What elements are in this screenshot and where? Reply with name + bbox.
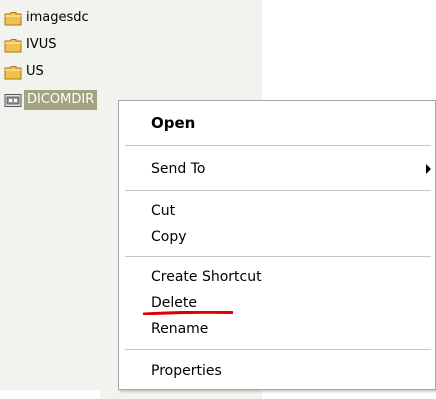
submenu-arrow-icon bbox=[426, 164, 431, 174]
menu-item-copy[interactable]: Copy bbox=[151, 228, 187, 246]
menu-separator bbox=[125, 190, 431, 191]
context-menu: Open Send To Cut Copy Create Shortcut De… bbox=[118, 100, 436, 390]
menu-item-send-to[interactable]: Send To bbox=[151, 160, 205, 178]
menu-item-cut[interactable]: Cut bbox=[151, 202, 175, 220]
menu-item-rename[interactable]: Rename bbox=[151, 320, 208, 338]
folder-item-imagesdc[interactable]: imagesdc bbox=[4, 9, 91, 27]
folder-icon bbox=[4, 10, 24, 26]
menu-item-properties[interactable]: Properties bbox=[151, 362, 222, 380]
file-item-label: IVUS bbox=[26, 37, 57, 52]
dicomdir-file-icon bbox=[4, 92, 24, 108]
file-item-label: imagesdc bbox=[26, 10, 89, 25]
folder-item-ivus[interactable]: IVUS bbox=[4, 36, 59, 54]
menu-separator bbox=[125, 349, 431, 350]
file-item-dicomdir[interactable]: DICOMDIR bbox=[4, 89, 98, 111]
file-item-label: DICOMDIR bbox=[24, 90, 98, 110]
folder-item-us[interactable]: US bbox=[4, 63, 46, 81]
menu-separator bbox=[125, 256, 431, 257]
pane-bottom-gap bbox=[0, 390, 100, 399]
menu-item-delete[interactable]: Delete bbox=[151, 294, 197, 312]
folder-icon bbox=[4, 37, 24, 53]
menu-separator bbox=[125, 145, 431, 146]
file-item-label: US bbox=[26, 64, 44, 79]
menu-item-open[interactable]: Open bbox=[151, 114, 195, 132]
folder-icon bbox=[4, 64, 24, 80]
menu-item-create-shortcut[interactable]: Create Shortcut bbox=[151, 268, 262, 286]
red-underline-annotation bbox=[143, 311, 233, 315]
